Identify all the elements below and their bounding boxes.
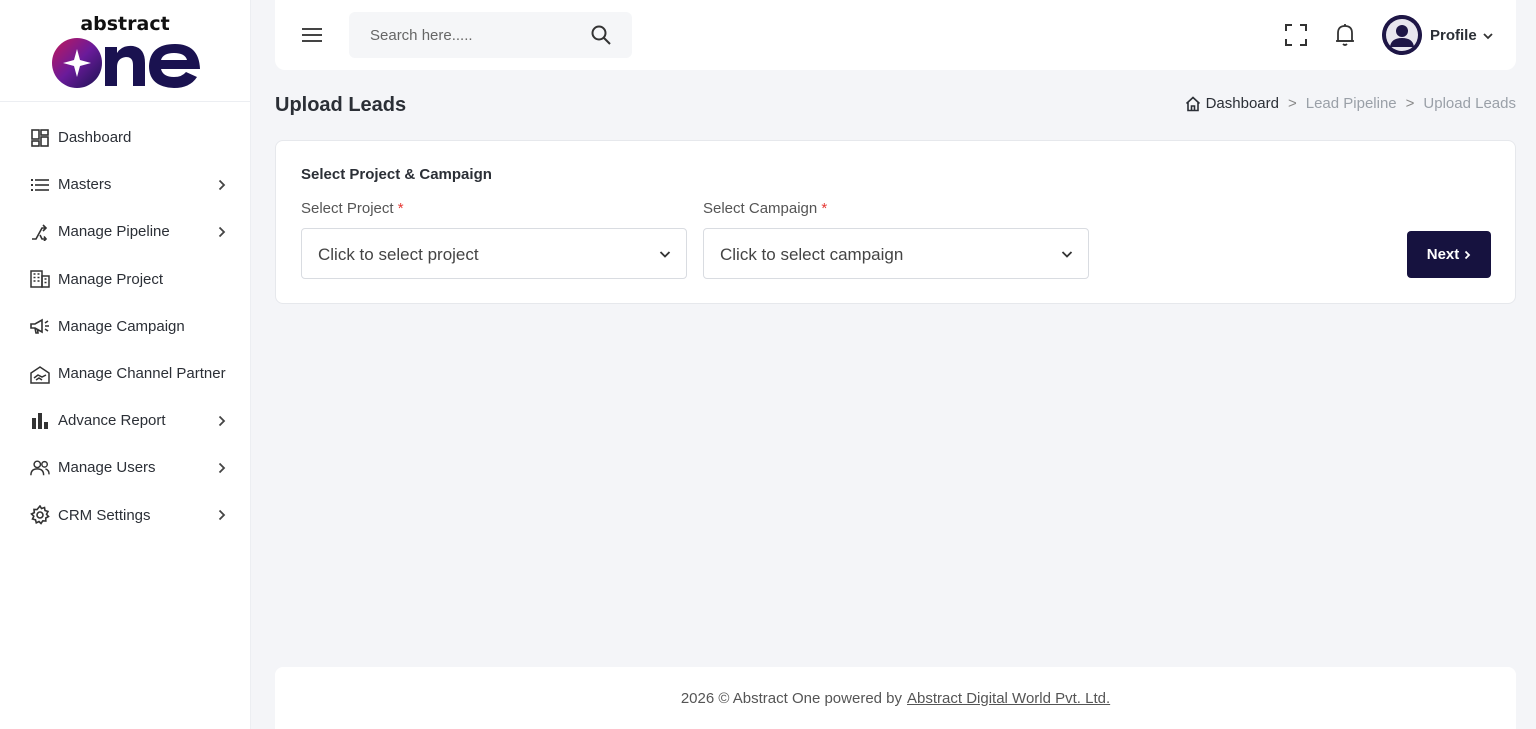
chevron-down-icon (1060, 247, 1074, 261)
abstract-one-logo[interactable]: abstract (0, 0, 250, 102)
gear-icon (30, 505, 50, 525)
breadcrumb-home[interactable]: Dashboard (1185, 95, 1279, 112)
sidebar-item-label: Manage Pipeline (58, 223, 170, 241)
menu-toggle-icon[interactable] (301, 24, 323, 46)
chevron-right-icon (218, 178, 228, 192)
sidebar: abstract Dashboard Masters Manage Pipeli… (0, 0, 251, 729)
sidebar-item-masters[interactable]: Masters (0, 161, 250, 208)
sidebar-item-label: Manage Campaign (58, 317, 185, 335)
next-button-label: Next (1426, 246, 1460, 263)
required-marker: * (821, 200, 828, 217)
campaign-label-text: Select Campaign (703, 200, 818, 217)
project-select-value: Click to select project (318, 245, 479, 264)
search-box (349, 12, 632, 58)
building-icon (30, 269, 50, 289)
megaphone-icon (30, 316, 50, 336)
sidebar-item-label: Advance Report (58, 412, 166, 430)
project-label-text: Select Project (301, 200, 394, 217)
users-icon (30, 458, 50, 478)
bell-icon[interactable] (1334, 23, 1356, 47)
sidebar-item-label: Manage Channel Partner (58, 365, 226, 383)
handshake-icon (30, 364, 50, 384)
fullscreen-icon[interactable] (1285, 24, 1307, 46)
bar-chart-icon (30, 411, 50, 431)
project-field-label: Select Project * (301, 200, 404, 217)
sidebar-item-dashboard[interactable]: Dashboard (0, 114, 250, 161)
footer: 2026 © Abstract One powered by Abstract … (275, 667, 1516, 729)
footer-text: 2026 © Abstract One powered by (680, 689, 903, 707)
sidebar-item-advance-report[interactable]: Advance Report (0, 397, 250, 444)
sidebar-item-crm-settings[interactable]: CRM Settings (0, 492, 250, 539)
chevron-right-icon (218, 225, 228, 239)
required-marker: * (397, 200, 404, 217)
chevron-down-icon (658, 247, 672, 261)
pipeline-icon (30, 222, 50, 242)
sidebar-item-manage-campaign[interactable]: Manage Campaign (0, 303, 250, 350)
next-button[interactable]: Next (1407, 231, 1491, 278)
sidebar-item-manage-users[interactable]: Manage Users (0, 444, 250, 491)
sidebar-item-manage-project[interactable]: Manage Project (0, 256, 250, 303)
breadcrumb-home-label: Dashboard (1205, 95, 1279, 112)
footer-company-link[interactable]: Abstract Digital World Pvt. Ltd. (907, 690, 1110, 707)
list-icon (30, 175, 50, 195)
sidebar-item-manage-channel-partner[interactable]: Manage Channel Partner (0, 350, 250, 397)
search-icon[interactable] (590, 24, 612, 46)
upload-leads-card: Select Project & Campaign Select Project… (275, 140, 1516, 304)
chevron-right-icon (218, 508, 228, 522)
project-select[interactable]: Click to select project (301, 228, 687, 279)
sidebar-item-label: Dashboard (58, 129, 132, 147)
breadcrumb-current: Upload Leads (1423, 95, 1516, 112)
chevron-right-icon (218, 414, 228, 428)
sidebar-item-label: Manage Users (58, 459, 156, 477)
sidebar-nav: Dashboard Masters Manage Pipeline Manage… (0, 102, 250, 539)
sidebar-item-label: Manage Project (58, 270, 164, 288)
search-input[interactable] (349, 12, 589, 58)
breadcrumb-lead-pipeline[interactable]: Lead Pipeline (1306, 95, 1397, 112)
breadcrumb: Dashboard > Lead Pipeline > Upload Leads (1185, 95, 1516, 112)
profile-label: Profile (1430, 26, 1477, 44)
sidebar-item-label: Masters (58, 176, 112, 194)
campaign-field-label: Select Campaign * (703, 200, 827, 217)
avatar (1382, 15, 1422, 55)
profile-menu[interactable]: Profile (1382, 15, 1494, 55)
breadcrumb-separator: > (1405, 95, 1415, 112)
sidebar-item-manage-pipeline[interactable]: Manage Pipeline (0, 208, 250, 255)
chevron-right-icon (1465, 250, 1471, 259)
chevron-right-icon (218, 461, 228, 475)
top-bar: Profile (275, 0, 1516, 70)
page-title: Upload Leads (275, 94, 407, 116)
svg-text:abstract: abstract (80, 13, 169, 35)
campaign-select[interactable]: Click to select campaign (703, 228, 1089, 279)
dashboard-icon (30, 128, 50, 148)
section-title: Select Project & Campaign (301, 166, 492, 183)
breadcrumb-separator: > (1287, 95, 1297, 112)
chevron-down-icon (1482, 29, 1494, 41)
campaign-select-value: Click to select campaign (720, 245, 904, 264)
sidebar-item-label: CRM Settings (58, 506, 151, 524)
home-icon (1185, 95, 1200, 111)
